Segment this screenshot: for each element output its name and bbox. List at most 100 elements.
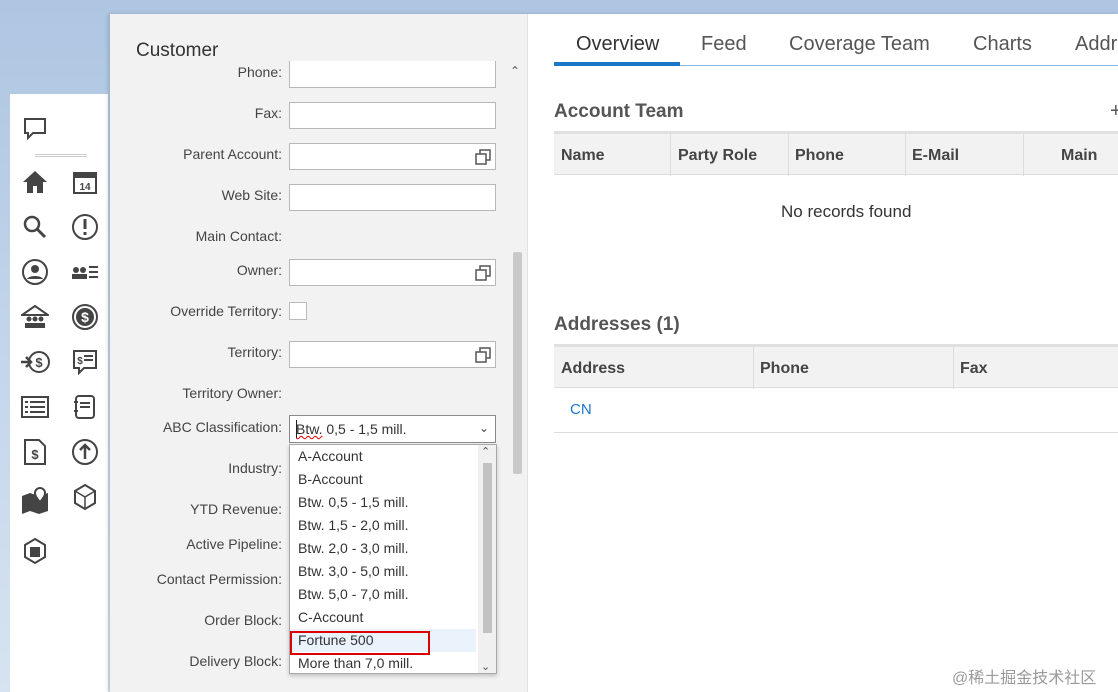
tab-coverage-team[interactable]: Coverage Team — [789, 33, 930, 56]
package-icon[interactable] — [20, 536, 50, 566]
ytd-revenue-label: YTD Revenue: — [190, 501, 282, 517]
column-divider — [670, 134, 671, 176]
chat-icon[interactable] — [20, 114, 50, 144]
account-team-header: Name Party Role Phone E-Mail Main — [554, 131, 1118, 176]
main-contact-label: Main Contact: — [195, 228, 282, 244]
territory-label: Territory: — [227, 344, 282, 360]
override-territory-checkbox[interactable] — [289, 302, 307, 320]
dropdown-scrollbar[interactable]: ⌃ ⌄ — [478, 445, 496, 673]
contact-permission-label: Contact Permission: — [156, 571, 282, 587]
value-help-icon[interactable] — [475, 149, 491, 165]
column-header[interactable]: Name — [561, 147, 605, 165]
column-header[interactable]: Phone — [795, 147, 844, 165]
notebook-icon[interactable] — [70, 392, 100, 422]
value-help-icon[interactable] — [475, 265, 491, 281]
dropdown-option[interactable]: Btw. 0,5 - 1,5 mill. — [290, 491, 476, 514]
svg-text:14: 14 — [79, 182, 91, 193]
abc-classification-select[interactable]: Btw. 0,5 - 1,5 mill. ⌄ — [289, 415, 496, 443]
chevron-down-icon[interactable]: ⌄ — [479, 421, 489, 435]
dollar-icon[interactable]: $ — [70, 302, 100, 332]
invoice-icon[interactable]: $ — [70, 347, 100, 377]
column-header[interactable]: Party Role — [678, 147, 757, 165]
column-header[interactable]: Phone — [760, 360, 809, 378]
column-header[interactable]: Main — [1061, 147, 1097, 165]
territory-field[interactable] — [289, 341, 496, 368]
document-dollar-icon[interactable]: $ — [20, 437, 50, 467]
industry-label: Industry: — [228, 460, 282, 476]
addresses-title: Addresses (1) — [554, 314, 680, 335]
web-site-field[interactable] — [289, 184, 496, 211]
form-scrollbar[interactable] — [513, 252, 522, 474]
map-pin-icon[interactable] — [20, 486, 50, 516]
contact-list-icon[interactable] — [70, 257, 100, 287]
upload-icon[interactable] — [70, 437, 100, 467]
plus-icon[interactable]: + — [1110, 100, 1118, 123]
override-territory-label: Override Territory: — [170, 303, 282, 319]
highlight-box — [290, 631, 430, 655]
svg-text:$: $ — [81, 309, 89, 325]
tab-charts[interactable]: Charts — [973, 33, 1032, 56]
dropdown-option[interactable]: B-Account — [290, 468, 476, 491]
account-team-title: Account Team — [554, 101, 684, 122]
home-icon[interactable] — [20, 167, 50, 197]
user-icon[interactable] — [20, 257, 50, 287]
accounts-icon[interactable] — [20, 302, 50, 332]
dropdown-option[interactable]: More than 7,0 mill. — [290, 652, 476, 673]
column-header[interactable]: E-Mail — [912, 147, 959, 165]
active-pipeline-label: Active Pipeline: — [186, 536, 282, 552]
svg-text:$: $ — [35, 355, 43, 370]
column-divider — [753, 347, 754, 389]
phone-field[interactable] — [289, 61, 496, 88]
value-help-icon[interactable] — [475, 347, 491, 363]
calendar-icon[interactable]: 14 — [70, 167, 100, 197]
column-header[interactable]: Address — [561, 360, 625, 378]
dropdown-option[interactable]: Btw. 5,0 - 7,0 mill. — [290, 583, 476, 606]
rail-divider — [35, 154, 87, 157]
list-icon[interactable] — [20, 392, 50, 422]
dropdown-option[interactable]: Btw. 1,5 - 2,0 mill. — [290, 514, 476, 537]
parent-account-field[interactable] — [289, 143, 496, 170]
order-block-label: Order Block: — [204, 612, 282, 628]
form-title: Customer — [136, 40, 219, 61]
scroll-up-icon[interactable]: ⌃ — [510, 64, 520, 78]
dropdown-option[interactable]: Btw. 3,0 - 5,0 mill. — [290, 560, 476, 583]
tab-overview[interactable]: Overview — [576, 33, 659, 56]
dropdown-option[interactable]: Btw. 2,0 - 3,0 mill. — [290, 537, 476, 560]
delivery-block-label: Delivery Block: — [189, 653, 282, 669]
territory-owner-label: Territory Owner: — [182, 385, 282, 401]
column-divider — [953, 347, 954, 389]
abc-selected-rest: 0,5 - 1,5 mill. — [322, 421, 407, 437]
customer-form: Customer ⌃ Phone: Fax: Parent Account: W… — [110, 14, 528, 692]
owner-label: Owner: — [236, 262, 282, 278]
tab-addresses[interactable]: Addr — [1075, 33, 1117, 56]
column-divider — [788, 134, 789, 176]
abc-classification-label: ABC Classification: — [162, 419, 282, 435]
alert-icon[interactable] — [70, 212, 100, 242]
owner-field[interactable] — [289, 259, 496, 286]
svg-text:$: $ — [77, 356, 83, 367]
dropdown-option[interactable]: A-Account — [290, 445, 476, 468]
text-cursor — [296, 420, 297, 438]
tab-feed[interactable]: Feed — [701, 33, 747, 56]
icon-rail: 14 $ $ $ $ — [10, 94, 108, 692]
box-icon[interactable] — [70, 482, 100, 512]
phone-label: Phone: — [237, 64, 282, 80]
watermark: @稀土掘金技术社区 — [952, 670, 1097, 687]
search-icon[interactable] — [20, 212, 50, 242]
column-divider — [1023, 134, 1024, 176]
column-header[interactable]: Fax — [960, 360, 988, 378]
dropdown-scroll-thumb[interactable] — [483, 463, 492, 633]
fax-label: Fax: — [254, 105, 282, 121]
payment-icon[interactable]: $ — [20, 347, 50, 377]
abc-selected-prefix: Btw. — [296, 421, 323, 437]
row-divider — [554, 432, 1118, 433]
fax-field[interactable] — [289, 102, 496, 129]
address-link[interactable]: CN — [570, 401, 592, 418]
customer-panel: Customer ⌃ Phone: Fax: Parent Account: W… — [110, 14, 1118, 692]
tab-bar: Overview Feed Coverage Team Charts Addr — [554, 14, 1118, 66]
parent-account-label: Parent Account: — [183, 146, 282, 162]
dropdown-option[interactable]: C-Account — [290, 606, 476, 629]
chevron-down-icon[interactable]: ⌄ — [481, 660, 490, 673]
web-site-label: Web Site: — [221, 187, 282, 203]
chevron-up-icon[interactable]: ⌃ — [481, 445, 490, 458]
